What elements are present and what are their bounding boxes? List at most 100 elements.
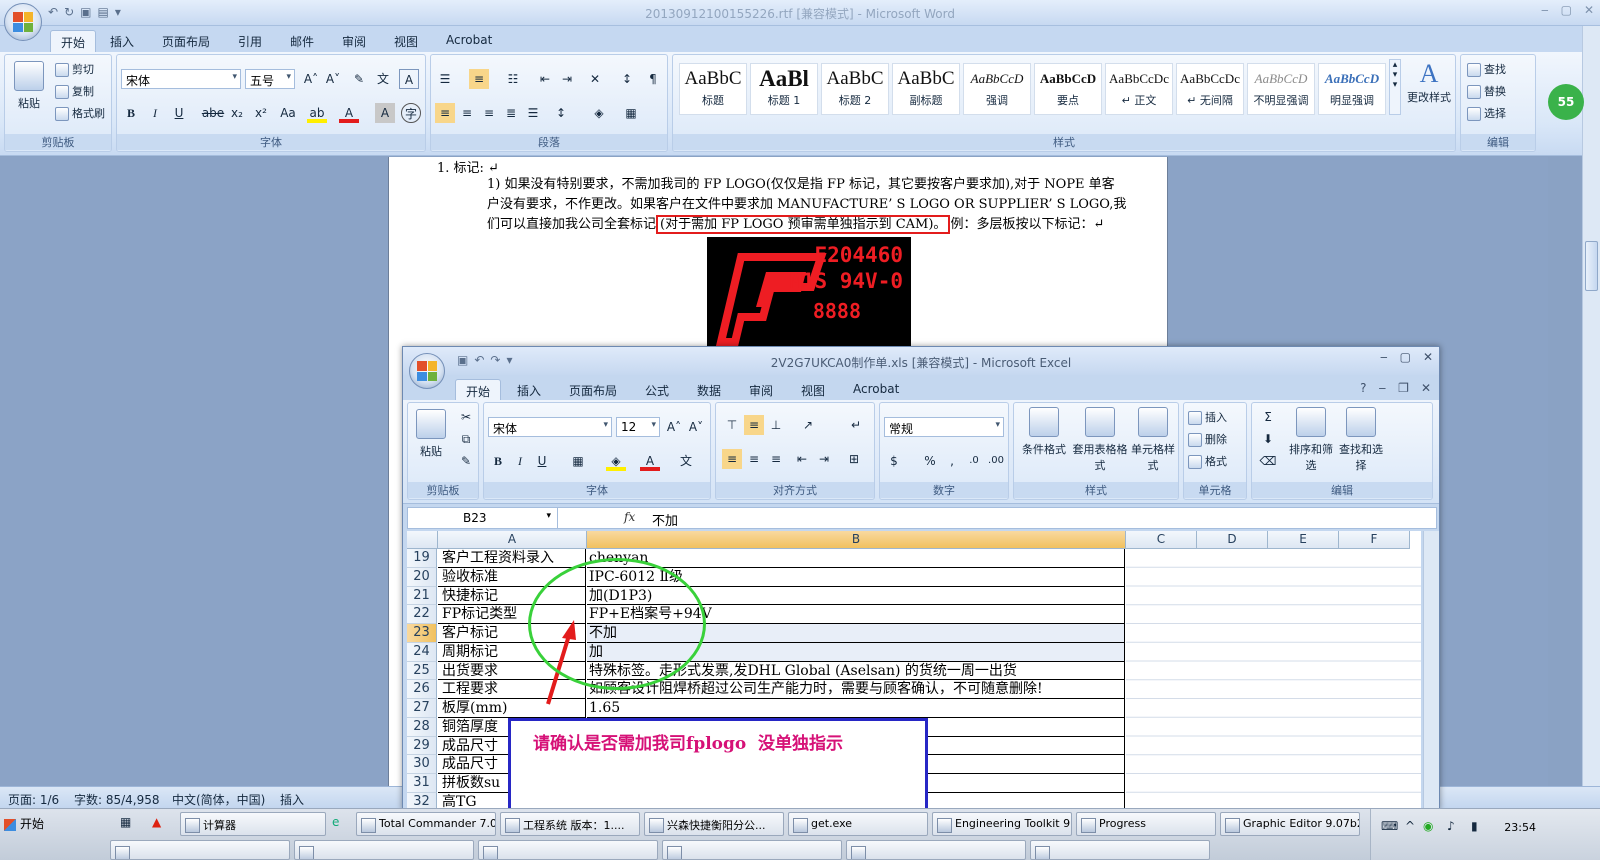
help-icon[interactable]: ?: [1360, 381, 1366, 395]
clear-format-icon[interactable]: ✎: [349, 69, 369, 89]
tab-insert[interactable]: 插入: [507, 379, 551, 401]
formula-input[interactable]: 不加: [652, 510, 678, 529]
keyboard-icon[interactable]: ⌨: [1381, 819, 1398, 833]
italic-icon[interactable]: I: [145, 103, 165, 123]
tab-mailings[interactable]: 邮件: [280, 30, 324, 52]
format-painter-button[interactable]: 格式刷: [55, 105, 105, 121]
paste-button[interactable]: 粘贴: [9, 61, 49, 111]
task-calculator[interactable]: 计算器: [180, 812, 326, 836]
align-top-icon[interactable]: ⊤: [722, 415, 742, 435]
row-header[interactable]: 20: [407, 567, 437, 587]
tab-home[interactable]: 开始: [50, 30, 97, 52]
tab-insert[interactable]: 插入: [100, 30, 144, 52]
open-icon[interactable]: ▤: [97, 5, 108, 19]
tab-review[interactable]: 审阅: [332, 30, 376, 52]
status-badge[interactable]: 55: [1548, 84, 1584, 120]
increase-indent-icon[interactable]: ⇥: [557, 69, 577, 89]
row-header[interactable]: 19: [407, 549, 437, 568]
select-all-corner[interactable]: [407, 531, 438, 549]
minimize-icon[interactable]: ‒: [1380, 350, 1388, 364]
tab-acrobat[interactable]: Acrobat: [436, 30, 502, 52]
find-select-button[interactable]: 查找和选择: [1338, 407, 1384, 473]
row-header[interactable]: 28: [407, 717, 437, 737]
currency-icon[interactable]: $: [884, 451, 904, 471]
bold-icon[interactable]: B: [488, 451, 508, 471]
maximize-icon[interactable]: ▢: [1561, 3, 1572, 17]
insert-cells-button[interactable]: 插入: [1188, 409, 1227, 425]
tab-home[interactable]: 开始: [455, 379, 502, 401]
tab-page-layout[interactable]: 页面布局: [152, 30, 220, 52]
conditional-format-button[interactable]: 条件格式: [1018, 407, 1070, 457]
cell-a[interactable]: 验收标准: [438, 567, 586, 587]
redo-icon[interactable]: ↻: [64, 5, 74, 19]
tab-view[interactable]: 视图: [384, 30, 428, 52]
asian-layout-icon[interactable]: ✕: [585, 69, 605, 89]
tab-view[interactable]: 视图: [791, 379, 835, 401]
font-name-select[interactable]: 宋体: [488, 417, 612, 437]
row-header[interactable]: 31: [407, 774, 437, 793]
undo-icon[interactable]: ↶: [48, 5, 58, 19]
task-graphic-editor[interactable]: Graphic Editor 9.07b2...: [1220, 812, 1360, 836]
grow-font-icon[interactable]: A˄: [301, 69, 321, 89]
align-bottom-icon[interactable]: ⊥: [766, 415, 786, 435]
multilevel-list-icon[interactable]: ☷: [503, 69, 523, 89]
cell-a[interactable]: 客户工程资料录入: [438, 549, 586, 568]
shading-icon[interactable]: ◈: [589, 103, 609, 123]
borders-icon[interactable]: ▦: [621, 103, 641, 123]
enclose-char-icon[interactable]: 字: [401, 103, 421, 123]
copy-icon[interactable]: ⧉: [456, 429, 476, 449]
pdf-icon[interactable]: ▲: [152, 815, 161, 829]
find-button[interactable]: 查找: [1467, 61, 1506, 77]
task-row2-6[interactable]: [1030, 840, 1210, 860]
percent-icon[interactable]: %: [920, 451, 940, 471]
style-subtle-emphasis[interactable]: AaBbCcD 不明显强调: [1247, 63, 1315, 115]
quicklaunch-icon[interactable]: ▦: [120, 815, 131, 829]
paste-button[interactable]: 粘贴: [412, 409, 450, 459]
distribute-icon[interactable]: ☰: [523, 103, 543, 123]
task-row2-2[interactable]: [294, 840, 474, 860]
align-right-icon[interactable]: ≡: [766, 449, 786, 469]
align-center-icon[interactable]: ≡: [744, 449, 764, 469]
row-header[interactable]: 26: [407, 680, 437, 699]
phonetic-guide-icon[interactable]: 文: [373, 69, 393, 89]
word-vertical-scrollbar[interactable]: [1582, 26, 1600, 816]
change-case-icon[interactable]: Aa: [275, 103, 301, 123]
row-header[interactable]: 25: [407, 661, 437, 681]
task-xingsen[interactable]: 兴森快捷衡阳分公...: [644, 812, 784, 836]
numbering-icon[interactable]: ≡: [469, 69, 489, 89]
style-heading-1[interactable]: AaBl 标题 1: [750, 63, 818, 115]
status-mode[interactable]: 插入: [280, 791, 304, 808]
sort-filter-button[interactable]: 排序和筛选: [1288, 407, 1334, 473]
bullets-icon[interactable]: ☰: [435, 69, 455, 89]
start-button[interactable]: 开始: [0, 812, 60, 836]
tab-data[interactable]: 数据: [687, 379, 731, 401]
cell-a[interactable]: 快捷标记: [438, 586, 586, 606]
status-words[interactable]: 字数: 85/4,958: [74, 791, 160, 808]
cell-b[interactable]: 如顾客设计阻焊桥超过公司生产能力时，需要与顾客确认，不可随意删除!: [587, 680, 1125, 699]
style-no-spacing[interactable]: AaBbCcDc ↵ 无间隔: [1176, 63, 1244, 115]
cell-b[interactable]: 加(D1P3): [587, 586, 1125, 606]
select-button[interactable]: 选择: [1467, 105, 1506, 121]
font-size-select[interactable]: 五号: [245, 69, 295, 89]
copy-button[interactable]: 复制: [55, 83, 94, 99]
font-color-icon[interactable]: A: [339, 103, 359, 123]
replace-button[interactable]: 替换: [1467, 83, 1506, 99]
underline-icon[interactable]: U: [532, 451, 552, 471]
close-icon[interactable]: ✕: [1584, 3, 1594, 17]
increase-decimal-icon[interactable]: .0: [964, 451, 984, 471]
styles-scroll-icon[interactable]: ▴ ▾ ▾: [1389, 59, 1401, 115]
volume-icon[interactable]: ♪: [1447, 819, 1455, 833]
tab-review[interactable]: 审阅: [739, 379, 783, 401]
column-header-b[interactable]: B: [587, 531, 1126, 549]
highlight-icon[interactable]: ab: [307, 103, 327, 123]
merge-center-icon[interactable]: ⊞: [844, 449, 864, 469]
excel-vertical-scrollbar[interactable]: [1423, 531, 1439, 809]
scissors-icon[interactable]: ✂: [456, 407, 476, 427]
align-left-icon[interactable]: ≡: [435, 103, 455, 123]
task-row2-5[interactable]: [846, 840, 1026, 860]
borders-icon[interactable]: ▦: [568, 451, 588, 471]
row-header[interactable]: 21: [407, 586, 437, 606]
orientation-icon[interactable]: ↗: [798, 415, 818, 435]
column-header-d[interactable]: D: [1197, 531, 1268, 549]
phonetic-icon[interactable]: 文: [676, 451, 696, 471]
